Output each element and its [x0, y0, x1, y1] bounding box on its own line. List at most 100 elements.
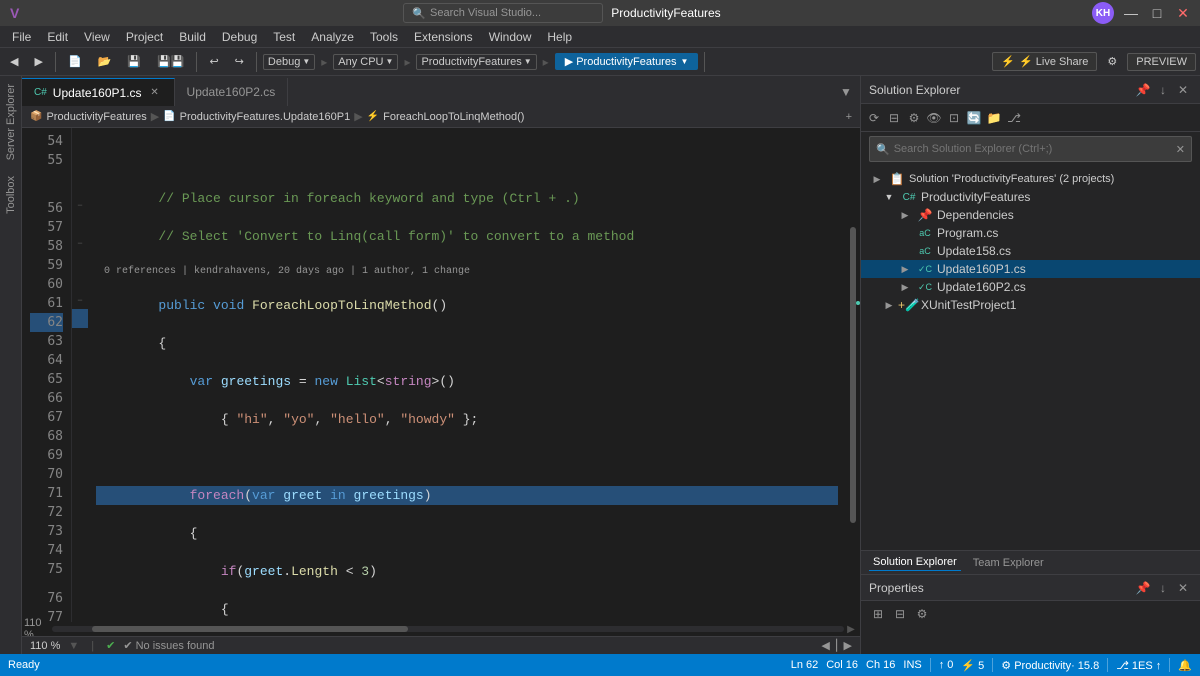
menu-file[interactable]: File [4, 28, 39, 46]
h-scroll-track[interactable] [52, 626, 844, 632]
tree-item-solution[interactable]: ▶ 📋 Solution 'ProductivityFeatures' (2 p… [861, 170, 1200, 188]
tree-item-update158[interactable]: aC Update158.cs [861, 242, 1200, 260]
breadcrumb-method[interactable]: ForeachLoopToLinqMethod() [383, 111, 524, 123]
project-dropdown[interactable]: ProductivityFeatures ▼ [416, 54, 536, 70]
expand-icon-update158[interactable] [897, 243, 913, 259]
minimize-button[interactable]: — [1122, 4, 1140, 22]
solution-search-clear[interactable]: ✕ [1176, 143, 1185, 156]
se-preview-button[interactable]: 👁 [925, 109, 943, 127]
search-box[interactable]: 🔍 Search Visual Studio... [403, 3, 603, 23]
toolbar-save-all-button[interactable]: 💾💾 [151, 53, 190, 70]
expand-icon[interactable]: ▶ [869, 171, 885, 187]
menu-tools[interactable]: Tools [362, 28, 406, 46]
tab-label-1: Update160P1.cs [53, 86, 142, 100]
platform-dropdown[interactable]: Any CPU ▼ [333, 54, 398, 70]
expand-icon-update160p2[interactable]: ▶ [897, 279, 913, 295]
prop-arrow-button[interactable]: ↓ [1154, 579, 1172, 597]
tree-item-xunit[interactable]: ▶ +🧪 XUnitTestProject1 [861, 296, 1200, 314]
liveshare-button[interactable]: ⚡ ⚡ Live Share [992, 52, 1097, 71]
prop-toolbar-btn-2[interactable]: ⊟ [891, 605, 909, 623]
expand-icon-update160p1[interactable]: ▶ [897, 261, 913, 277]
prop-pin-button[interactable]: 📌 [1134, 579, 1152, 597]
menu-window[interactable]: Window [481, 28, 540, 46]
menu-debug[interactable]: Debug [214, 28, 265, 46]
tree-item-project[interactable]: ▼ C# ProductivityFeatures [861, 188, 1200, 206]
se-collapse-button[interactable]: ⊟ [885, 109, 903, 127]
toolbar-sep-1 [55, 52, 56, 72]
expand-icon-project[interactable]: ▼ [881, 189, 897, 205]
zoom-indicator[interactable]: 110 % [30, 640, 60, 652]
se-git-button[interactable]: ⎇ [1005, 109, 1023, 127]
tab-update160p2[interactable]: Update160P2.cs [175, 78, 289, 106]
code-editor[interactable]: // Place cursor in foreach keyword and t… [88, 128, 846, 622]
toolbar-open-button[interactable]: 📂 [92, 53, 118, 70]
scrollbar-thumb[interactable] [850, 227, 856, 523]
toolbox-tab[interactable]: Toolbox [2, 168, 20, 222]
status-branch[interactable]: ⎇ 1ES ↑ [1116, 659, 1161, 672]
se-show-all-button[interactable]: 📁 [985, 109, 1003, 127]
status-productivity[interactable]: ⚙ Productivity· 15.8 [1001, 659, 1099, 672]
nav-right[interactable]: ▶ [844, 639, 852, 652]
toolbar-save-button[interactable]: 💾 [121, 53, 147, 70]
toolbar-undo-button[interactable]: ↩ [203, 53, 224, 70]
prop-toolbar-btn-1[interactable]: ⊞ [869, 605, 887, 623]
breadcrumb-add-button[interactable]: + [846, 111, 852, 123]
toolbar-new-button[interactable]: 📄 [62, 53, 88, 70]
tree-item-program[interactable]: aC Program.cs [861, 224, 1200, 242]
solution-search-box[interactable]: 🔍 ✕ [869, 136, 1192, 162]
tree-item-deps[interactable]: ▶ 📌 Dependencies [861, 206, 1200, 224]
preview-button[interactable]: PREVIEW [1127, 53, 1196, 71]
tab-close-1[interactable]: ✕ [148, 86, 162, 100]
status-errors[interactable]: ⚡ 5 [961, 659, 984, 672]
panel-arrow-button[interactable]: ↓ [1154, 81, 1172, 99]
prop-toolbar-btn-3[interactable]: ⚙ [913, 605, 931, 623]
status-bell[interactable]: 🔔 [1178, 659, 1192, 672]
menu-extensions[interactable]: Extensions [406, 28, 481, 46]
menu-help[interactable]: Help [539, 28, 580, 46]
se-refresh-button[interactable]: 🔄 [965, 109, 983, 127]
tree-item-update160p1[interactable]: ▶ ✓C Update160P1.cs [861, 260, 1200, 278]
menu-build[interactable]: Build [171, 28, 214, 46]
se-filter-button[interactable]: ⊡ [945, 109, 963, 127]
right-scrollbar[interactable] [846, 128, 860, 622]
expand-icon-deps[interactable]: ▶ [897, 207, 913, 223]
toolbar-forward-button[interactable]: ▶ [28, 53, 48, 70]
tabs-dropdown-button[interactable]: ▼ [832, 78, 860, 106]
server-explorer-tab[interactable]: Server Explorer [2, 76, 20, 168]
close-button[interactable]: ✕ [1174, 4, 1192, 22]
run-button[interactable]: ▶ ProductivityFeatures ▼ [555, 53, 699, 70]
tab-solution-explorer[interactable]: Solution Explorer [869, 554, 961, 571]
se-properties-button[interactable]: ⚙ [905, 109, 923, 127]
se-sync-button[interactable]: ⟳ [865, 109, 883, 127]
panel-close-button[interactable]: ✕ [1174, 81, 1192, 99]
scroll-end[interactable]: ▶ [844, 624, 858, 635]
zoom-dropdown[interactable]: ▼ [68, 640, 79, 652]
tab-update160p1[interactable]: C# Update160P1.cs ✕ [22, 78, 175, 106]
menu-edit[interactable]: Edit [39, 28, 76, 46]
scrollbar-track[interactable] [846, 128, 860, 622]
toolbar-extra-button[interactable]: ⚙ [1101, 53, 1123, 70]
restore-button[interactable]: □ [1148, 4, 1166, 22]
status-col: Col 16 [826, 659, 858, 671]
tree-item-update160p2[interactable]: ▶ ✓C Update160P2.cs [861, 278, 1200, 296]
toolbar-redo-button[interactable]: ↪ [229, 53, 250, 70]
menu-project[interactable]: Project [118, 28, 171, 46]
h-scroll-thumb[interactable] [92, 626, 409, 632]
nav-indicator[interactable]: ⎮ [834, 639, 840, 652]
menu-analyze[interactable]: Analyze [303, 28, 362, 46]
breadcrumb-project[interactable]: ProductivityFeatures [46, 111, 146, 123]
pin-button[interactable]: 📌 [1134, 81, 1152, 99]
expand-icon-xunit[interactable]: ▶ [881, 297, 897, 313]
menu-test[interactable]: Test [265, 28, 303, 46]
solution-search-input[interactable] [894, 143, 1172, 155]
prop-close-button[interactable]: ✕ [1174, 579, 1192, 597]
tab-team-explorer[interactable]: Team Explorer [969, 555, 1048, 571]
h-scrollbar[interactable]: 110 % ▶ [22, 622, 860, 636]
nav-left[interactable]: ◀ [821, 639, 829, 652]
breadcrumb-file[interactable]: ProductivityFeatures.Update160P1 [180, 111, 351, 123]
config-dropdown[interactable]: Debug ▼ [263, 54, 315, 70]
expand-icon-program[interactable] [897, 225, 913, 241]
fold-gutter: − − − [72, 128, 88, 622]
toolbar-back-button[interactable]: ◀ [4, 53, 24, 70]
menu-view[interactable]: View [76, 28, 118, 46]
